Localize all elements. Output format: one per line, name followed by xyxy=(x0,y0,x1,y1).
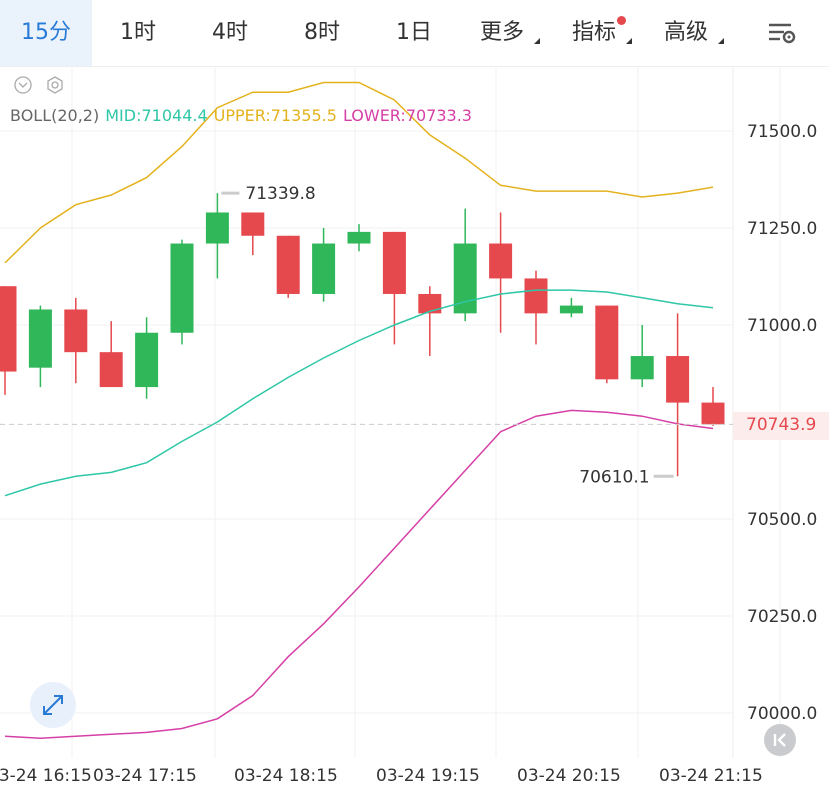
tab-advanced[interactable]: 高级 xyxy=(644,0,728,66)
candle-body xyxy=(595,305,619,380)
candle-body xyxy=(28,309,52,368)
tab-1h[interactable]: 1时 xyxy=(92,0,184,66)
time-axis-label: 03-24 19:15 xyxy=(376,766,480,786)
candle-body xyxy=(666,356,690,403)
time-axis-label: 03-24 17:15 xyxy=(93,766,197,786)
period-tab-bar: 15分 1时 4时 8时 1日 更多 指标 高级 xyxy=(0,0,829,67)
current-price-tag: 70743.9 xyxy=(733,412,829,440)
boll-lower-value: LOWER:70733.3 xyxy=(342,106,472,125)
boll-name: BOLL(20,2) xyxy=(10,106,100,125)
candle-body xyxy=(489,243,513,279)
kline-chart[interactable]: 71500.0 71250.0 71000.0 70500.0 70250.0 70000… xyxy=(0,66,829,790)
candle-body xyxy=(453,243,477,314)
tab-8h[interactable]: 8时 xyxy=(276,0,368,66)
tab-advanced-label: 高级 xyxy=(663,20,708,45)
kline-chart-svg[interactable]: 71500.0 71250.0 71000.0 70500.0 70250.0 70000… xyxy=(0,66,829,790)
candle-body xyxy=(630,356,654,380)
dropdown-triangle-icon xyxy=(718,38,724,44)
price-axis-label: 71250.0 xyxy=(747,219,817,239)
price-axis-label: 71000.0 xyxy=(747,316,817,336)
tab-indicators-label: 指标 xyxy=(571,20,616,45)
tab-1d[interactable]: 1日 xyxy=(368,0,460,66)
price-axis-label: 71500.0 xyxy=(747,122,817,142)
candle-body xyxy=(64,309,88,353)
candle-body xyxy=(135,332,159,388)
boll-lower-line xyxy=(4,409,714,739)
time-axis-label: 03-24 21:15 xyxy=(659,766,763,786)
candle-body xyxy=(241,212,265,236)
price-axis-label: 70500.0 xyxy=(747,510,817,530)
current-price: 70743.9 xyxy=(746,415,817,435)
boll-upper-value: UPPER:71355.5 xyxy=(213,106,337,125)
double-chevron-left-icon xyxy=(773,733,786,747)
candles xyxy=(0,193,725,477)
expand-button[interactable] xyxy=(30,682,76,728)
candle-body xyxy=(559,305,583,314)
boll-bands xyxy=(4,81,714,739)
candle-body xyxy=(382,231,406,294)
candle-body xyxy=(276,235,300,294)
chevron-down-circle-icon[interactable] xyxy=(14,76,32,94)
candle-body xyxy=(170,243,194,333)
dropdown-triangle-icon xyxy=(626,38,632,44)
candle-body xyxy=(0,286,17,372)
annotations: 71339.8 70610.1 xyxy=(0,184,733,487)
price-axis-label: 70000.0 xyxy=(747,704,817,724)
candle-body xyxy=(205,212,229,244)
tab-4h[interactable]: 4时 xyxy=(184,0,276,66)
time-axis: 03-24 16:1503-24 17:15 03-24 18:15 03-24 1… xyxy=(0,766,763,786)
chart-settings-icon[interactable] xyxy=(766,18,798,48)
time-axis-label: 03-24 16:15 xyxy=(0,766,92,786)
candle-body xyxy=(701,402,725,425)
candle-body xyxy=(418,293,442,314)
low-price-label: 70610.1 xyxy=(579,467,649,487)
dropdown-triangle-icon xyxy=(534,38,540,44)
candle-body xyxy=(312,243,336,294)
tab-more-label: 更多 xyxy=(479,20,524,45)
tab-indicators[interactable]: 指标 xyxy=(552,0,636,66)
tab-15min[interactable]: 15分 xyxy=(0,0,92,66)
indicator-icons xyxy=(14,76,74,100)
candle-body xyxy=(347,231,371,244)
price-axis-label: 70250.0 xyxy=(747,607,817,627)
boll-mid-value: MID:71044.4 xyxy=(105,106,208,125)
boll-legend: BOLL(20,2) MID:71044.4 UPPER:71355.5 LOWER:… xyxy=(10,106,478,125)
expand-arrows-icon xyxy=(43,695,63,715)
candle-body xyxy=(524,278,548,314)
high-price-label: 71339.8 xyxy=(245,184,315,204)
chart-grid xyxy=(0,66,781,758)
gear-icon[interactable] xyxy=(47,76,63,94)
time-axis-label: 03-24 18:15 xyxy=(234,766,338,786)
tab-more[interactable]: 更多 xyxy=(460,0,544,66)
notification-dot xyxy=(617,16,626,25)
candle-body xyxy=(99,352,123,388)
time-axis-label: 03-24 20:15 xyxy=(517,766,621,786)
back-to-latest-button[interactable] xyxy=(764,724,796,756)
